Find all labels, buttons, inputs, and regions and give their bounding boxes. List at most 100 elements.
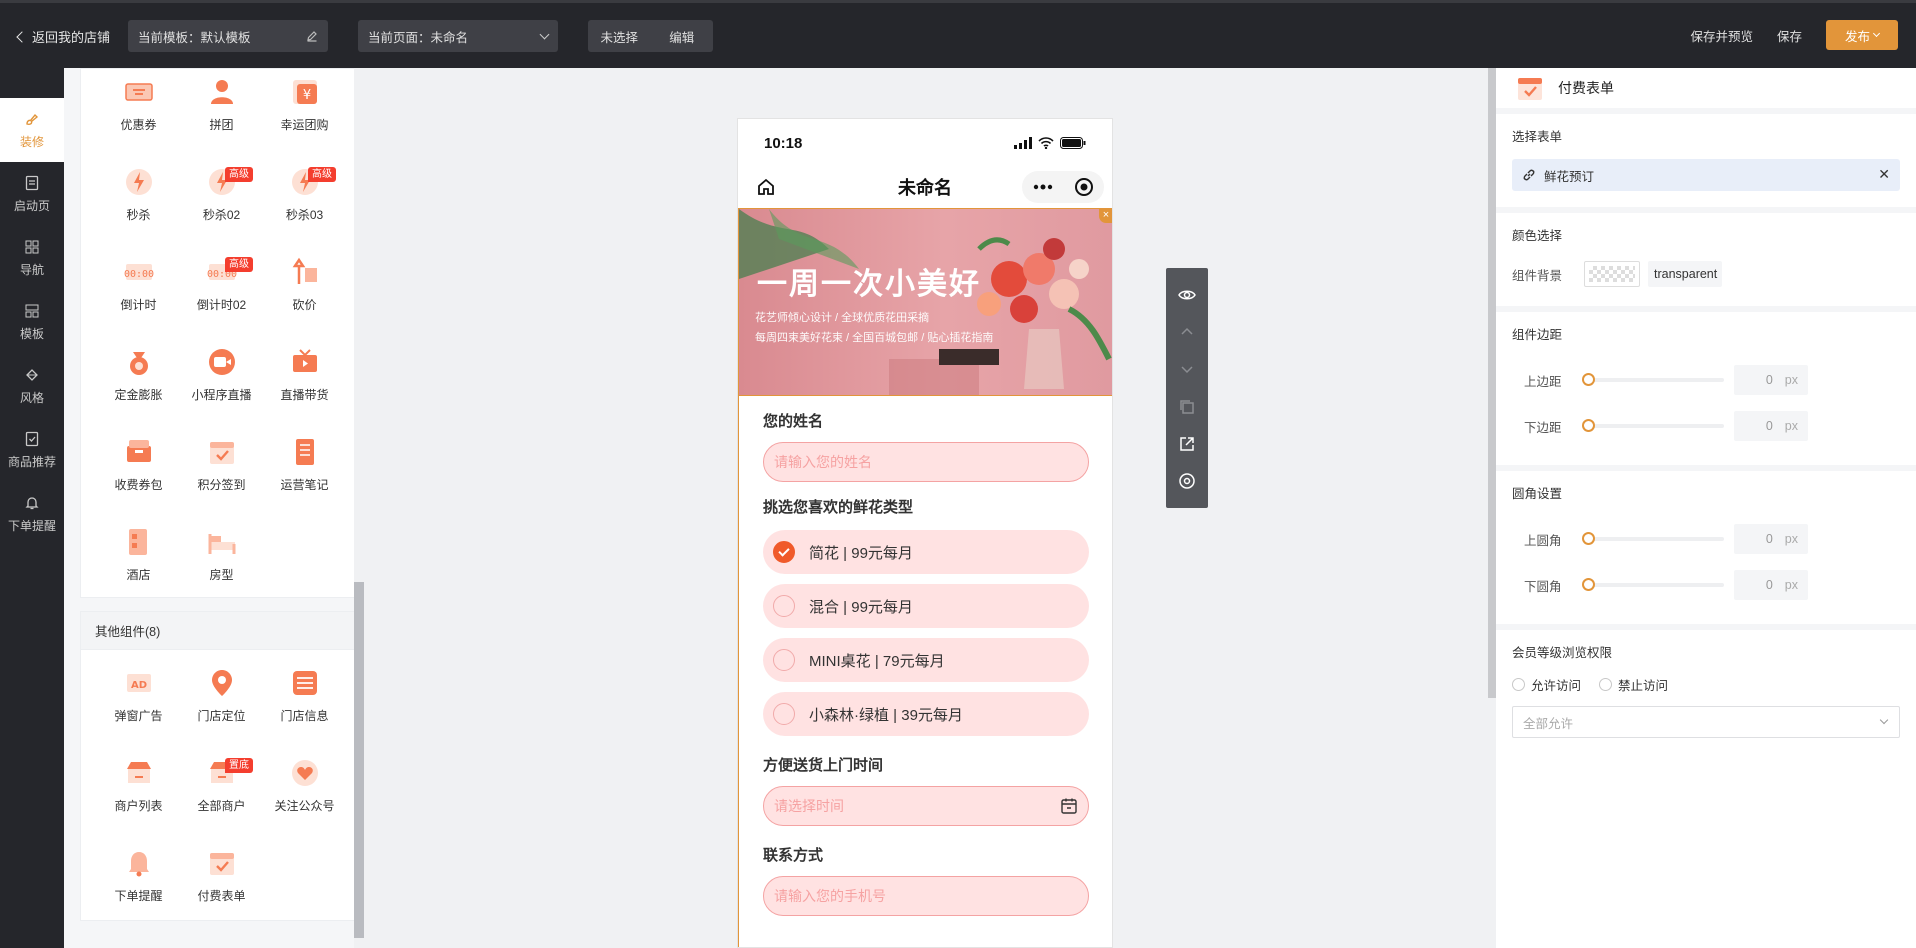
nav-item-splash[interactable]: 启动页 bbox=[0, 162, 64, 226]
other-component-item[interactable]: 下单提醒 bbox=[97, 830, 180, 920]
selected-form-chip[interactable]: 鲜花预订 ✕ bbox=[1512, 159, 1900, 191]
slider-knob[interactable] bbox=[1582, 419, 1595, 432]
move-up-icon[interactable] bbox=[1178, 323, 1196, 341]
canvas-scrollbar[interactable] bbox=[1488, 68, 1496, 698]
nav-item-recommend[interactable]: 商品推荐 bbox=[0, 418, 64, 482]
component-icon bbox=[206, 76, 238, 108]
component-label: 全部商户 bbox=[197, 798, 246, 813]
top-component-item[interactable]: 00:00 倒计时02 高级 bbox=[180, 239, 263, 329]
settings-icon[interactable] bbox=[1178, 472, 1196, 490]
top-component-item[interactable]: 运营笔记 bbox=[263, 419, 346, 509]
radio-icon bbox=[773, 649, 795, 671]
home-icon[interactable] bbox=[756, 177, 776, 197]
banner-image[interactable]: 一周一次小美好 花艺师倾心设计 / 全球优质花田采摘 每周四束美好花束 / 全国… bbox=[738, 208, 1112, 396]
bottom-margin-input[interactable]: 0 px bbox=[1734, 411, 1808, 441]
more-icon[interactable] bbox=[1033, 184, 1053, 190]
external-link-icon[interactable] bbox=[1178, 435, 1196, 453]
selection-box: 未选择 编辑 bbox=[588, 20, 713, 52]
other-component-item[interactable]: 门店定位 bbox=[180, 650, 263, 740]
other-component-item[interactable]: 关注公众号 bbox=[263, 740, 346, 830]
save-preview-button[interactable]: 保存并预览 bbox=[1690, 26, 1753, 45]
bottom-radius-slider[interactable] bbox=[1582, 578, 1724, 591]
component-label: 门店定位 bbox=[197, 708, 246, 723]
other-component-item[interactable]: 商户列表 bbox=[97, 740, 180, 830]
flower-option[interactable]: 小森林·绿植 | 39元每月 bbox=[763, 692, 1089, 736]
top-component-item[interactable]: 直播带货 bbox=[263, 329, 346, 419]
top-component-item[interactable]: 收费券包 bbox=[97, 419, 180, 509]
top-component-item[interactable]: 定金膨胀 bbox=[97, 329, 180, 419]
top-component-item[interactable]: 秒杀03 高级 bbox=[263, 149, 346, 239]
top-radius-input[interactable]: 0 px bbox=[1734, 524, 1808, 554]
allow-access-radio[interactable]: 允许访问 bbox=[1512, 675, 1581, 694]
top-component-item[interactable]: 00:00 倒计时 bbox=[97, 239, 180, 329]
color-title: 颜色选择 bbox=[1512, 229, 1563, 243]
top-component-item[interactable]: 积分签到 bbox=[180, 419, 263, 509]
name-input[interactable]: 请输入您的姓名 bbox=[763, 442, 1089, 482]
radio-icon bbox=[1599, 678, 1613, 691]
deny-access-radio[interactable]: 禁止访问 bbox=[1599, 675, 1668, 694]
slider-knob[interactable] bbox=[1582, 532, 1595, 545]
marketing-component-group: 优惠券 拼团 ¥ 幸运团购秒杀 秒杀02 高级 秒杀03 高级 00:00 倒计时 00:00 倒计时… bbox=[80, 68, 354, 598]
bg-color-input[interactable]: transparent bbox=[1648, 261, 1722, 287]
top-component-item[interactable]: 小程序直播 bbox=[180, 329, 263, 419]
top-radius-slider[interactable] bbox=[1582, 532, 1724, 545]
unit: px bbox=[1784, 419, 1798, 433]
component-label: 付费表单 bbox=[197, 888, 246, 903]
component-label: 酒店 bbox=[126, 567, 151, 582]
publish-button[interactable]: 发布 bbox=[1826, 20, 1898, 50]
other-group-header[interactable]: 其他组件(8) bbox=[81, 612, 354, 650]
top-component-item[interactable]: ¥ 幸运团购 bbox=[263, 68, 346, 149]
nav-item-navigation[interactable]: 导航 bbox=[0, 226, 64, 290]
eye-icon[interactable] bbox=[1178, 286, 1196, 304]
flower-option[interactable]: 简花 | 99元每月 bbox=[763, 530, 1089, 574]
top-margin-slider[interactable] bbox=[1582, 373, 1724, 386]
flower-option[interactable]: MINI桌花 | 79元每月 bbox=[763, 638, 1089, 682]
phone-number-input[interactable]: 请输入您的手机号 bbox=[763, 876, 1089, 916]
close-target-icon[interactable] bbox=[1074, 177, 1094, 197]
bg-color-swatch[interactable] bbox=[1584, 261, 1640, 287]
banner-subtitle-1: 花艺师倾心设计 / 全球优质花田采摘 bbox=[755, 312, 930, 324]
delivery-time-picker[interactable]: 请选择时间 bbox=[763, 786, 1089, 826]
close-icon[interactable]: × bbox=[1099, 209, 1112, 223]
nav-item-order-reminder[interactable]: 下单提醒 bbox=[0, 482, 64, 546]
slider-knob[interactable] bbox=[1582, 578, 1595, 591]
flower-option[interactable]: 混合 | 99元每月 bbox=[763, 584, 1089, 628]
top-margin-input[interactable]: 0 px bbox=[1734, 365, 1808, 395]
nav-item-decorate[interactable]: 装修 bbox=[0, 98, 64, 162]
top-component-item[interactable]: 砍价 bbox=[263, 239, 346, 329]
mini-program-capsule[interactable] bbox=[1022, 171, 1104, 203]
component-panel-scrollbar[interactable] bbox=[354, 582, 364, 938]
other-component-group: 其他组件(8) AD 弹窗广告 门店定位 门店信息商户列表 全部商户 置底 关注公众号 下单提… bbox=[80, 611, 354, 921]
other-component-item[interactable]: 门店信息 bbox=[263, 650, 346, 740]
other-component-item[interactable]: 全部商户 置底 bbox=[180, 740, 263, 830]
top-component-item[interactable]: 酒店 bbox=[97, 509, 180, 599]
bottom-radius-input[interactable]: 0 px bbox=[1734, 570, 1808, 600]
other-component-item[interactable]: AD 弹窗广告 bbox=[97, 650, 180, 740]
paint-bucket-icon bbox=[26, 368, 38, 381]
top-component-item[interactable]: 秒杀02 高级 bbox=[180, 149, 263, 239]
other-component-item[interactable]: 付费表单 bbox=[180, 830, 263, 920]
wifi-icon bbox=[1038, 137, 1054, 149]
copy-icon[interactable] bbox=[1178, 398, 1196, 416]
top-component-item[interactable]: 秒杀 bbox=[97, 149, 180, 239]
component-label: 门店信息 bbox=[280, 708, 329, 723]
top-component-item[interactable]: 优惠券 bbox=[97, 68, 180, 149]
member-title: 会员等级浏览权限 bbox=[1512, 646, 1613, 660]
pencil-icon[interactable] bbox=[306, 30, 318, 42]
current-page-selector[interactable]: 当前页面：未命名 bbox=[358, 20, 558, 52]
edit-button[interactable]: 编辑 bbox=[651, 27, 714, 46]
slider-knob[interactable] bbox=[1582, 373, 1595, 386]
move-down-icon[interactable] bbox=[1178, 360, 1196, 378]
top-component-item[interactable]: 房型 bbox=[180, 509, 263, 599]
bottom-margin-slider[interactable] bbox=[1582, 419, 1724, 432]
save-button[interactable]: 保存 bbox=[1777, 26, 1802, 45]
back-to-store-link[interactable]: 返回我的店铺 bbox=[16, 27, 110, 46]
current-template-selector[interactable]: 当前模板：默认模板 bbox=[128, 20, 328, 52]
member-level-select[interactable]: 全部允许 bbox=[1512, 706, 1900, 738]
nav-item-template[interactable]: 模板 bbox=[0, 290, 64, 354]
nav-item-style[interactable]: 风格 bbox=[0, 354, 64, 418]
close-icon[interactable]: ✕ bbox=[1878, 166, 1890, 183]
paid-form: 您的姓名 请输入您的姓名 挑选您喜欢的鲜花类型 简花 | 99元每月 混合 | … bbox=[738, 396, 1112, 947]
top-component-item[interactable]: 拼团 bbox=[180, 68, 263, 149]
nav-label: 商品推荐 bbox=[7, 454, 56, 469]
